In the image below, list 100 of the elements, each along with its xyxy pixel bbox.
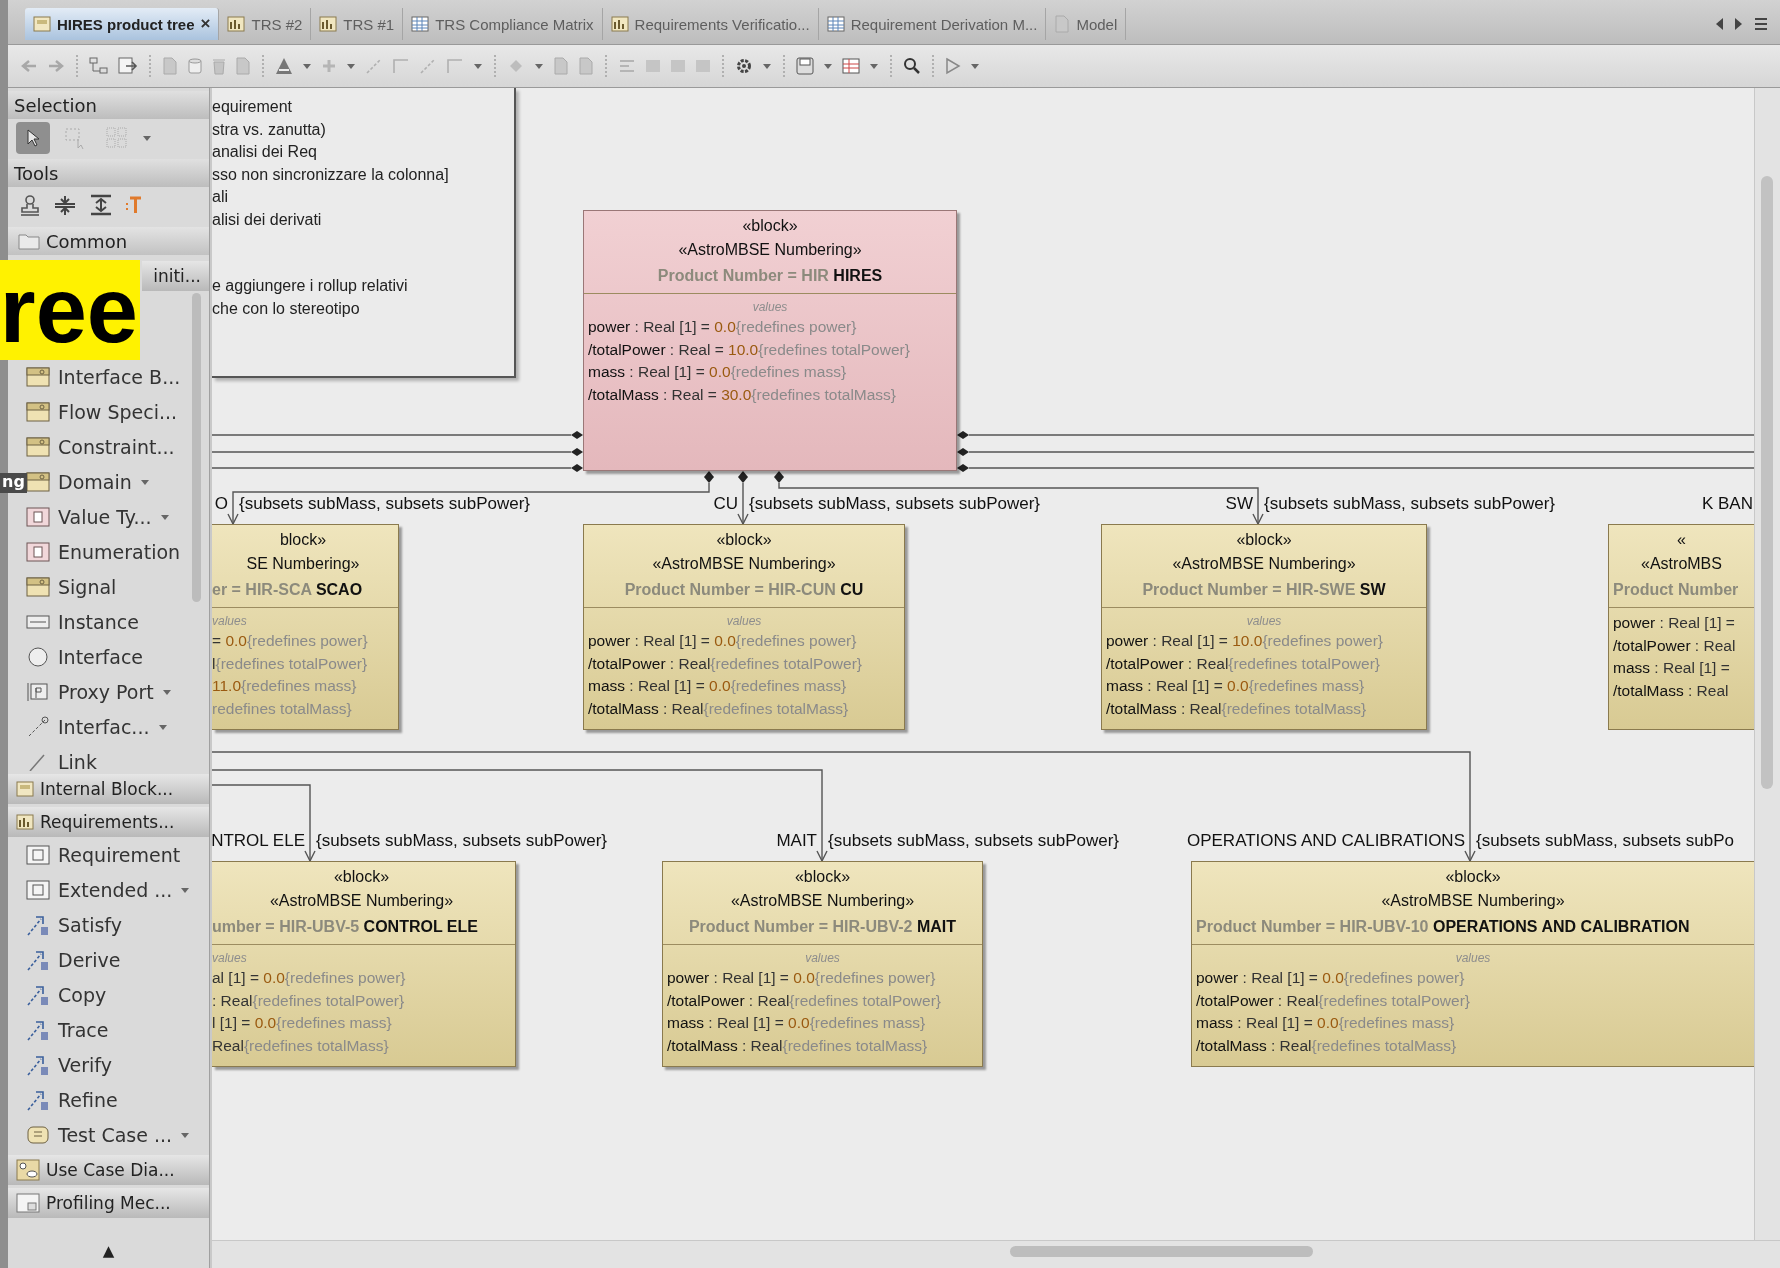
test-case-icon — [26, 1123, 50, 1146]
palette-item[interactable]: Trace — [26, 1012, 195, 1047]
palette-item[interactable]: Requirement — [26, 837, 195, 872]
property-row-text: mass : Real [1] = 0.0{redefines mass} — [667, 1013, 927, 1033]
palette-scrollbar[interactable] — [192, 293, 201, 602]
palette-item[interactable]: Link — [26, 744, 195, 771]
scrollbar-thumb[interactable] — [1010, 1246, 1313, 1257]
search-icon[interactable] — [903, 57, 921, 75]
palette-folder[interactable]: Common — [8, 227, 209, 255]
property-row-text: : Real{redefines totalPower} — [212, 990, 406, 1011]
property-row-text: mass : Real [1] = 0.0{redefines mass} — [588, 362, 848, 382]
play-icon[interactable] — [945, 57, 961, 75]
property-row-text: power : Real [1] = 10.0{redefines power} — [1106, 631, 1385, 651]
palette-item[interactable]: Interface B... — [26, 359, 195, 394]
palette-item[interactable]: Satisfy — [26, 907, 195, 942]
constraint-label: {subsets subMass, subsets subPower} — [749, 494, 1041, 514]
spacing-icon[interactable] — [90, 194, 112, 216]
property-row-text: /totalMass : Real{redefines totalMass} — [1106, 698, 1368, 719]
tab[interactable]: Model — [1046, 8, 1127, 40]
palette-item[interactable]: Constraint... — [26, 429, 195, 464]
list-icon[interactable] — [1754, 17, 1768, 31]
product-number: er = HIR-SCA SCAO — [212, 580, 364, 600]
stereotype-label: SE Numbering» — [245, 554, 361, 574]
stereotype-label: «AstroMBSE Numbering» — [268, 891, 455, 911]
palette-item[interactable]: Domain — [26, 464, 195, 499]
property-row-text: redefines totalMass} — [212, 698, 353, 719]
compartment-label: values — [1454, 950, 1492, 967]
palette-group-header[interactable]: Use Case Dia... — [8, 1155, 209, 1185]
stereotype-label: «block» — [1444, 867, 1502, 887]
role-label: SW — [1225, 494, 1253, 514]
scrollbar-thumb[interactable] — [1761, 176, 1773, 789]
table-icon[interactable] — [842, 57, 860, 75]
palette-item[interactable]: Instance — [26, 604, 195, 639]
palette-item[interactable]: Signal — [26, 569, 195, 604]
palette-group-header[interactable]: Requirements... — [8, 807, 209, 837]
gear-icon[interactable] — [735, 57, 753, 75]
scroll-up-arrow[interactable]: ▲ — [102, 1242, 115, 1260]
block-icon — [26, 365, 50, 388]
tab[interactable]: HIRES product tree × — [25, 8, 220, 40]
property-row-text: /totalPower : Real — [1613, 635, 1737, 656]
palette-group-header[interactable]: Internal Block... — [8, 774, 209, 804]
scroll-left-icon[interactable] — [1714, 17, 1724, 31]
tab[interactable]: Requirements Verificatio... — [602, 8, 819, 40]
palette-item[interactable]: Interfac... — [26, 709, 195, 744]
figure-icon — [16, 1159, 40, 1181]
constraint-label: {subsets subMass, subsets subPower} — [828, 831, 1120, 851]
product-number: Product Number = HIR-CUN CU — [623, 580, 865, 600]
title-banner: ree — [0, 260, 140, 360]
stereotype-label: «block» — [793, 867, 852, 887]
palette-section-header[interactable]: Tools — [8, 159, 209, 187]
palette-item[interactable]: Refine — [26, 1082, 195, 1117]
box-icon — [26, 505, 50, 528]
tree-icon[interactable] — [89, 57, 109, 75]
left-arrow-icon[interactable] — [20, 58, 38, 74]
cylinder-icon[interactable] — [187, 57, 203, 75]
export-icon[interactable] — [118, 57, 138, 75]
palette-item[interactable]: Derive — [26, 942, 195, 977]
palette-section-header[interactable]: Selection — [8, 91, 209, 119]
property-row-text: mass : Real [1] = — [1613, 658, 1731, 678]
palette-item[interactable]: Value Ty... — [26, 499, 195, 534]
palette-item[interactable]: Copy — [26, 977, 195, 1012]
tab[interactable]: TRS Compliance Matrix — [403, 8, 603, 40]
tab[interactable]: Requirement Derivation M... — [818, 8, 1047, 40]
pointer-icon — [24, 127, 42, 148]
right-arrow-icon[interactable] — [47, 58, 65, 74]
distribute-icon[interactable] — [54, 194, 76, 216]
palette-item[interactable]: Test Case ... — [26, 1117, 195, 1152]
caption-text: ng — [0, 473, 27, 493]
block-icon — [26, 470, 50, 493]
text-icon[interactable] — [126, 194, 142, 216]
stereotype-label: «AstroMBSE Numbering» — [1171, 554, 1357, 574]
close-icon[interactable]: × — [200, 14, 211, 34]
property-row-text: /totalMass : Real{redefines totalMass} — [1196, 1035, 1458, 1056]
compartment-label: values — [212, 613, 248, 630]
horizontal-scrollbar[interactable] — [212, 1240, 1780, 1268]
palette-item[interactable]: Interface — [26, 639, 195, 674]
scroll-right-icon[interactable] — [1734, 17, 1744, 31]
property-row-text: l [1] = 0.0{redefines mass} — [212, 1013, 393, 1033]
palette-group-header[interactable]: Profiling Mec... — [8, 1188, 209, 1218]
property-row-text: /totalPower : Real{redefines totalPower} — [1196, 990, 1471, 1011]
stamp-icon[interactable] — [20, 194, 40, 216]
stereotype-label: «AstroMBS — [1640, 554, 1723, 574]
tab[interactable]: TRS #1 — [311, 8, 404, 40]
palette-group-header[interactable]: initi... — [142, 261, 209, 291]
folder-icon — [18, 232, 40, 250]
property-row-text: mass : Real [1] = 0.0{redefines mass} — [1106, 676, 1366, 696]
palette-item[interactable]: Extended ... — [26, 872, 195, 907]
product-number: Product Number = HIR-UBV-10 OPERATIONS AND CALIBRATION — [1196, 917, 1691, 937]
vertical-scrollbar[interactable] — [1754, 88, 1780, 1240]
constraint-label: {subsets subMass, subsets subPo — [1476, 831, 1734, 851]
tool-button[interactable] — [16, 121, 50, 154]
palette-item[interactable]: Verify — [26, 1047, 195, 1082]
palette-item[interactable]: Flow Speci... — [26, 394, 195, 429]
tab[interactable]: TRS #2 — [219, 8, 312, 40]
property-row-text: mass : Real [1] = 0.0{redefines mass} — [588, 676, 848, 696]
grid-icon — [826, 16, 845, 32]
palette-item[interactable]: Enumeration — [26, 534, 195, 569]
palette-item[interactable]: Proxy Port — [26, 674, 195, 709]
triangle-icon[interactable] — [275, 57, 293, 75]
frame-icon — [16, 1192, 40, 1214]
